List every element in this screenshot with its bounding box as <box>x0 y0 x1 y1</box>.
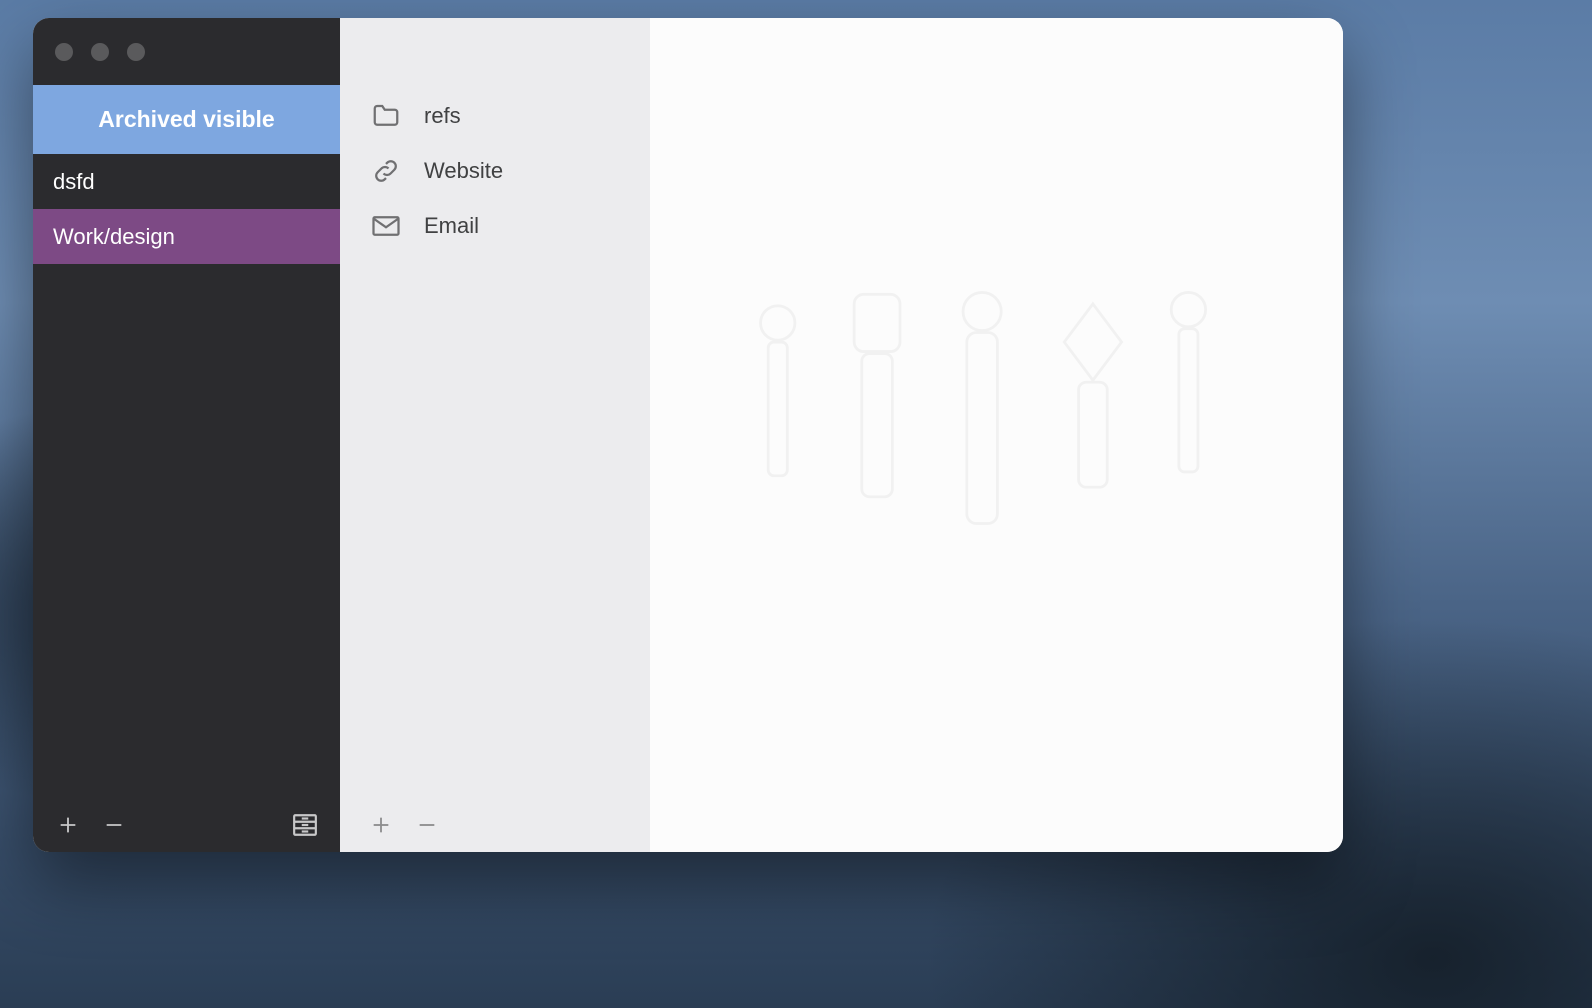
list-item-label: refs <box>424 103 461 129</box>
sidebar-item-label: Work/design <box>53 224 175 250</box>
list-item-label: Website <box>424 158 503 184</box>
detail-panel <box>650 18 1343 852</box>
mail-icon <box>370 211 402 241</box>
window-titlebar <box>33 18 340 85</box>
folder-icon <box>370 101 402 131</box>
sidebar-item-label: dsfd <box>53 169 95 195</box>
empty-state-illustration <box>730 258 1303 598</box>
link-icon <box>370 156 402 186</box>
list-item-refs[interactable]: refs <box>340 88 650 143</box>
remove-item-button[interactable] <box>414 812 440 838</box>
sidebar-item-work-design[interactable]: Work/design <box>33 209 340 264</box>
item-list: refs Website <box>340 18 650 797</box>
archive-icon[interactable] <box>292 812 318 838</box>
item-list-footer <box>340 797 650 852</box>
list-item-label: Email <box>424 213 479 239</box>
list-item-website[interactable]: Website <box>340 143 650 198</box>
sidebar: Archived visible dsfd Work/design <box>33 18 340 852</box>
sidebar-header-archived[interactable]: Archived visible <box>33 85 340 154</box>
window-minimize-button[interactable] <box>91 43 109 61</box>
sidebar-list: Archived visible dsfd Work/design <box>33 85 340 797</box>
item-list-panel: refs Website <box>340 18 650 852</box>
window-zoom-button[interactable] <box>127 43 145 61</box>
sidebar-footer <box>33 797 340 852</box>
sidebar-header-label: Archived visible <box>98 106 274 133</box>
add-item-button[interactable] <box>368 812 394 838</box>
desktop-background: Archived visible dsfd Work/design <box>0 0 1592 1008</box>
remove-button[interactable] <box>101 812 127 838</box>
list-item-email[interactable]: Email <box>340 198 650 253</box>
app-window: Archived visible dsfd Work/design <box>33 18 1343 852</box>
add-button[interactable] <box>55 812 81 838</box>
sidebar-item-dsfd[interactable]: dsfd <box>33 154 340 209</box>
window-close-button[interactable] <box>55 43 73 61</box>
